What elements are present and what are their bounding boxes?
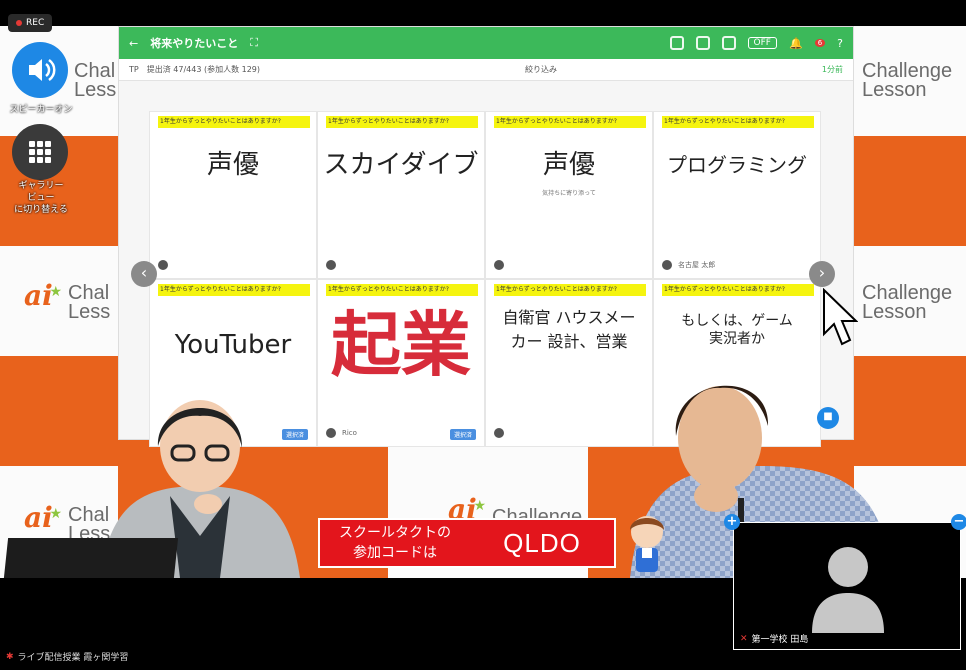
card-user: Rico [342, 429, 357, 437]
speaker-video: Challenge Lesson Challenge Lesson ai ★ Chal… [0, 26, 966, 578]
avatar [326, 260, 336, 270]
timer-icon[interactable] [695, 36, 710, 50]
submission-count: 提出済 47/443 (参加人数 129) [146, 65, 261, 74]
lock-icon[interactable] [669, 36, 684, 50]
card-footer [326, 260, 336, 270]
grid-icon [29, 141, 51, 163]
avatar [326, 428, 336, 438]
card-user: 名古屋 太郎 [678, 261, 716, 269]
card-footer [158, 260, 168, 270]
answer-card[interactable]: 1年生からずっとやりたいことはありますか? スカイダイブ [317, 111, 485, 279]
participant-name-text: 第一学校 田島 [751, 635, 809, 645]
answer-text: 起業 [331, 304, 471, 386]
record-dot-icon [16, 20, 22, 26]
avatar [494, 260, 504, 270]
meeting-status: ✱ ライブ配信授業 霞ヶ関学習 [6, 650, 129, 664]
speaker-label: スピーカーオン [9, 105, 73, 115]
answer-text: もしくは、ゲーム実況者か [681, 313, 793, 347]
join-code: QLDO [503, 527, 581, 558]
card-footer [494, 260, 504, 270]
question-label: 1年生からずっとやりたいことはありますか? [158, 116, 310, 128]
banner-line: 参加コードは [353, 545, 437, 561]
card-footer [494, 428, 504, 438]
board-toolbar: ← 将来やりたいこと ⛶ OFF 🔔 6 ? [119, 27, 853, 59]
avatar-placeholder-icon [812, 547, 884, 633]
question-label: 1年生からずっとやりたいことはありますか? [662, 284, 814, 296]
card-footer: Rico [326, 428, 357, 438]
people-icon[interactable] [721, 36, 736, 50]
self-view-tile[interactable]: ✕ 第一学校 田島 [733, 522, 961, 650]
board-title: 将来やりたいこと [150, 37, 239, 50]
logo-mark-icon: ai ★ [24, 279, 62, 312]
brand-logo: Chal Less [74, 60, 117, 101]
logo-mark-icon: ai ★ [24, 501, 62, 534]
help-icon[interactable]: ? [837, 37, 843, 50]
answer-card[interactable]: 1年生からずっとやりたいことはありますか? プログラミング 名古屋 太郎 [653, 111, 821, 279]
avatar [494, 428, 504, 438]
next-page-button[interactable]: › [809, 261, 835, 287]
join-code-banner: スクールタクトの 参加コードは QLDO [318, 518, 616, 568]
status-text: ライブ配信授業 霞ヶ関学習 [17, 653, 129, 663]
expand-thumbnail-button[interactable]: − [951, 514, 966, 530]
answer-text: YouTuber [174, 330, 292, 360]
recording-label: REC [26, 18, 45, 28]
brand-logo: Challenge Lesson [862, 282, 953, 323]
gallery-label-line: ビュー [27, 193, 55, 203]
share-toggle[interactable]: OFF [747, 37, 777, 49]
card-footer: 名古屋 太郎 [662, 260, 715, 270]
answer-text: 声優 [206, 150, 259, 180]
bell-icon[interactable]: 🔔 [789, 37, 803, 50]
question-label: 1年生からずっとやりたいことはありますか? [662, 116, 814, 128]
filter-button[interactable]: 絞り込み [268, 64, 814, 75]
answer-text: スカイダイブ [323, 150, 479, 180]
meeting-window: Challenge Lesson Challenge Lesson ai ★ Chal… [0, 0, 966, 670]
speaker-toggle-button[interactable] [12, 42, 68, 98]
answer-text: 自衛官 ハウスメーカー 設計、営業 [502, 308, 636, 351]
answer-card[interactable]: 1年生からずっとやりたいことはありますか? 声優 [149, 111, 317, 279]
board-subbar: TP 提出済 47/443 (参加人数 129) 絞り込み 1分前 [119, 59, 853, 81]
brand-logo: ai ★ Chal Less [24, 279, 111, 323]
avatar [158, 260, 168, 270]
laptop [3, 538, 179, 578]
speaker-icon [29, 58, 56, 82]
gallery-label: ギャラリー ビュー に切り替える [4, 180, 78, 216]
gallery-label-line: に切り替える [14, 205, 68, 215]
avatar [662, 260, 672, 270]
expand-icon[interactable]: ⛶ [250, 36, 258, 50]
question-label: 1年生からずっとやりたいことはありますか? [326, 284, 478, 296]
gallery-view-button[interactable] [12, 124, 68, 180]
answer-text: 声優 [542, 150, 595, 180]
question-label: 1年生からずっとやりたいことはありますか? [326, 116, 478, 128]
add-pin-button[interactable]: + [724, 514, 740, 530]
answer-card[interactable]: 1年生からずっとやりたいことはありますか? 声優 気持ちに寄り添って [485, 111, 653, 279]
muted-mic-icon: ✕ [740, 633, 748, 644]
gallery-label-line: ギャラリー [18, 181, 64, 191]
notification-badge: 6 [814, 39, 826, 47]
question-label: 1年生からずっとやりたいことはありますか? [494, 284, 646, 296]
sort-select[interactable]: TP [129, 65, 139, 74]
answer-text: プログラミング [667, 153, 807, 177]
answer-note: 気持ちに寄り添って [542, 190, 596, 197]
banner-line: スクールタクトの [339, 525, 451, 541]
muted-mic-icon: ✱ [6, 651, 14, 662]
cursor-icon [823, 288, 858, 346]
answer-card[interactable]: 1年生からずっとやりたいことはありますか? 起業 Rico 選択済 [317, 279, 485, 447]
brand-logo: Challenge Lesson [862, 60, 953, 101]
backdrop-tile [854, 136, 966, 246]
mascot-icon [630, 516, 664, 572]
question-label: 1年生からずっとやりたいことはありますか? [158, 284, 310, 296]
prev-page-button[interactable]: ‹ [131, 261, 157, 287]
participant-name: ✕ 第一学校 田島 [740, 632, 809, 646]
back-arrow-icon[interactable]: ← [129, 37, 138, 50]
status-badge: 選択済 [449, 429, 476, 440]
question-label: 1年生からずっとやりたいことはありますか? [494, 116, 646, 128]
updated-time: 1分前 [821, 65, 843, 74]
recording-indicator: REC [8, 14, 53, 32]
